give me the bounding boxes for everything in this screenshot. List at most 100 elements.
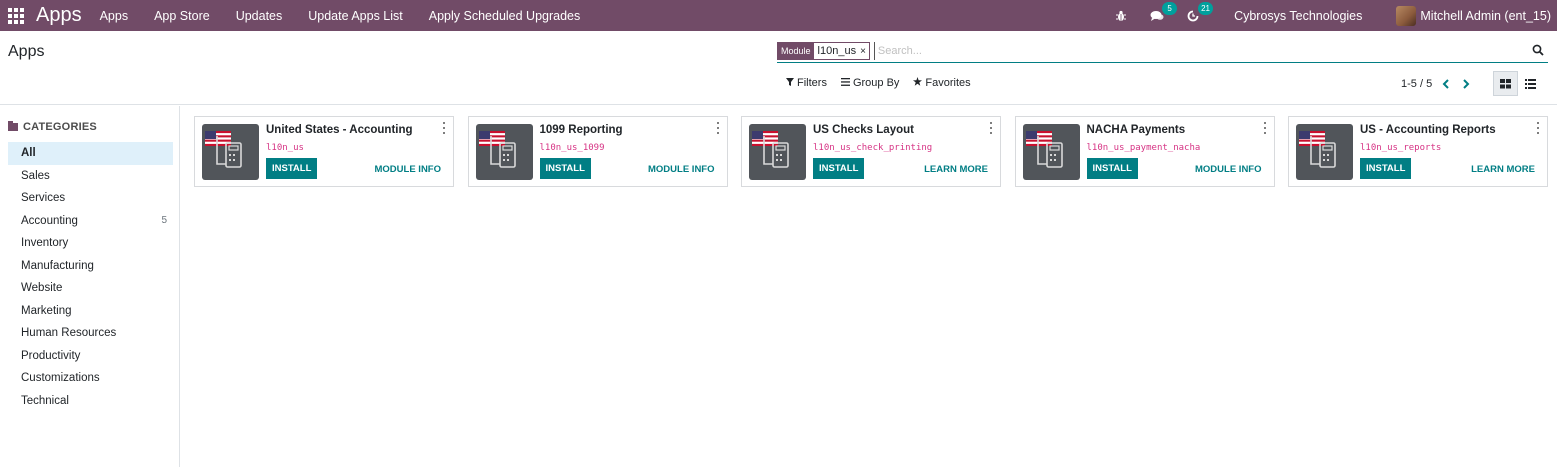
install-button[interactable]: INSTALL [539, 158, 591, 179]
category-label: Human Resources [21, 327, 117, 339]
learn-more-link[interactable]: LEARN MORE [1471, 164, 1535, 175]
category-item-manufacturing[interactable]: Manufacturing [8, 255, 173, 278]
app-card[interactable]: NACHA Payments l10n_us_payment_nacha INS… [1014, 116, 1275, 187]
menu-item-apps[interactable]: Apps [100, 9, 129, 23]
list-view-icon[interactable] [1518, 71, 1543, 96]
app-name[interactable]: Apps [36, 4, 82, 27]
systray: 5 21 Cybrosys Technologies Mitchell Admi… [1112, 0, 1557, 31]
category-item-sales[interactable]: Sales [8, 165, 173, 188]
install-button[interactable]: INSTALL [1086, 158, 1138, 179]
kanban-view-icon[interactable] [1493, 71, 1518, 96]
category-count: 5 [161, 214, 167, 226]
facet-label: Module [778, 43, 814, 59]
category-item-marketing[interactable]: Marketing [8, 300, 173, 323]
app-technical-name: l10n_us_payment_nacha [1086, 143, 1201, 153]
facet-remove-icon[interactable]: × [860, 46, 869, 57]
us-flag-accounting-icon [202, 124, 259, 180]
install-button[interactable]: INSTALL [266, 158, 318, 179]
install-button[interactable]: INSTALL [813, 158, 865, 179]
category-label: Services [21, 192, 66, 204]
category-item-all[interactable]: All [8, 142, 173, 165]
user-menu[interactable]: Mitchell Admin (ent_15) [1396, 5, 1551, 26]
module-info-link[interactable]: MODULE INFO [648, 164, 715, 175]
filter-icon [786, 77, 794, 89]
card-dropdown-icon[interactable] [715, 122, 721, 134]
category-item-productivity[interactable]: Productivity [8, 345, 173, 368]
learn-more-link[interactable]: LEARN MORE [924, 164, 988, 175]
folder-icon [8, 121, 18, 131]
us-flag-accounting-icon [749, 124, 806, 180]
category-label: Customizations [21, 372, 100, 384]
app-technical-name: l10n_us_check_printing [813, 143, 933, 153]
search-options: Filters Group By Favorites [786, 77, 985, 89]
categories-title: CATEGORIES [23, 121, 97, 133]
messages-icon[interactable]: 5 [1148, 1, 1178, 25]
install-button[interactable]: INSTALL [1360, 158, 1412, 179]
categories-header: CATEGORIES [8, 121, 97, 133]
filters-button[interactable]: Filters [786, 77, 827, 89]
app-card[interactable]: 1099 Reporting l10n_us_1099 INSTALL MODU… [467, 116, 728, 187]
pager-previous-icon[interactable] [1442, 77, 1450, 92]
category-item-customizations[interactable]: Customizations [8, 367, 173, 390]
menu-item-apply-scheduled-upgrades[interactable]: Apply Scheduled Upgrades [429, 9, 581, 23]
menu-item-updates[interactable]: Updates [236, 9, 283, 23]
menu-item-app-store[interactable]: App Store [154, 9, 210, 23]
search-input[interactable] [873, 42, 1532, 60]
company-switcher[interactable]: Cybrosys Technologies [1234, 9, 1362, 23]
menu-item-update-apps-list[interactable]: Update Apps List [308, 9, 403, 23]
module-info-link[interactable]: MODULE INFO [375, 164, 442, 175]
category-label: Manufacturing [21, 259, 94, 272]
us-flag-accounting-icon [475, 124, 533, 180]
app-title: US Checks Layout [813, 124, 914, 136]
favorites-button[interactable]: Favorites [913, 77, 971, 89]
pager-value[interactable]: 1-5 / 5 [1401, 78, 1432, 90]
category-item-human-resources[interactable]: Human Resources [8, 322, 173, 345]
category-label: Sales [21, 169, 50, 182]
search-facet: Module l10n_us × [777, 42, 870, 60]
group-by-icon [840, 77, 850, 89]
top-navbar: Apps Apps App Store Updates Update Apps … [0, 0, 1557, 31]
app-card[interactable]: US - Accounting Reports l10n_us_reports … [1288, 116, 1548, 187]
category-item-website[interactable]: Website [8, 277, 173, 300]
filters-label: Filters [797, 77, 827, 89]
category-label: Productivity [21, 349, 81, 362]
app-card[interactable]: US Checks Layout l10n_us_check_printing … [741, 116, 1001, 187]
card-dropdown-icon[interactable] [441, 122, 447, 134]
facet-value: l10n_us [817, 45, 857, 57]
card-dropdown-icon[interactable] [1262, 122, 1268, 134]
avatar [1396, 5, 1417, 26]
activities-badge: 21 [1198, 1, 1214, 15]
card-dropdown-icon[interactable] [988, 122, 994, 134]
app-technical-name: l10n_us [266, 143, 304, 153]
category-item-inventory[interactable]: Inventory [8, 232, 173, 255]
category-item-accounting[interactable]: Accounting 5 [8, 210, 173, 233]
bug-icon[interactable] [1112, 7, 1130, 25]
app-menu-grid-icon[interactable] [8, 7, 24, 24]
pager-next-icon[interactable] [1462, 77, 1470, 92]
control-panel: Apps Module l10n_us × Filters Group By [0, 31, 1557, 105]
app-technical-name: l10n_us_1099 [539, 143, 605, 153]
messages-badge: 5 [1162, 1, 1178, 15]
category-item-services[interactable]: Services [8, 187, 173, 210]
pager: 1-5 / 5 [1401, 75, 1482, 93]
search-icon[interactable] [1532, 44, 1546, 58]
app-card[interactable]: United States - Accounting l10n_us INSTA… [194, 116, 454, 187]
app-title: US - Accounting Reports [1360, 124, 1496, 136]
category-label: Technical [21, 394, 69, 407]
app-title: NACHA Payments [1086, 124, 1186, 136]
search-bar: Module l10n_us × [777, 40, 1548, 63]
category-label: Inventory [21, 237, 69, 249]
activity-clock-icon[interactable]: 21 [1184, 1, 1214, 25]
category-label: Website [21, 282, 63, 294]
card-dropdown-icon[interactable] [1535, 122, 1541, 134]
category-list: All Sales Services Accounting 5 Inventory… [8, 142, 173, 412]
category-item-technical[interactable]: Technical [8, 390, 173, 413]
module-info-link[interactable]: MODULE INFO [1195, 164, 1262, 175]
user-name: Mitchell Admin (ent_15) [1420, 8, 1551, 23]
main-menu: Apps App Store Updates Update Apps List … [100, 9, 607, 23]
category-label: All [21, 147, 36, 159]
star-icon [913, 77, 923, 89]
app-title: 1099 Reporting [539, 124, 623, 136]
group-by-button[interactable]: Group By [840, 77, 899, 89]
category-label: Marketing [21, 304, 72, 317]
